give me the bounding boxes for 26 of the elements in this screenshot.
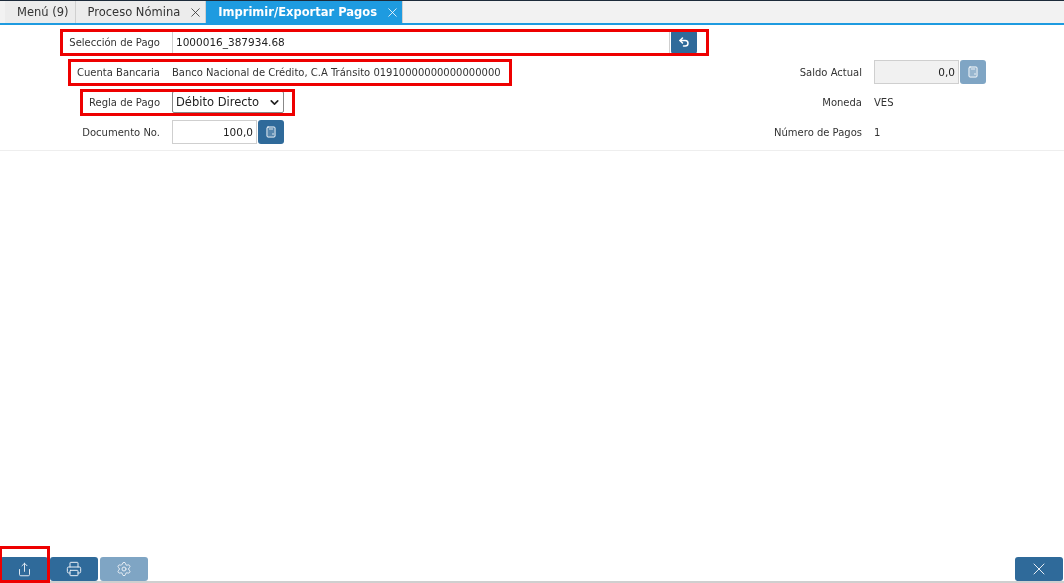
field-label: Cuenta Bancaria	[77, 66, 160, 78]
field-label: Regla de Pago	[89, 96, 160, 108]
payment-rule-select[interactable]: Débito Directo	[172, 91, 284, 113]
export-icon	[16, 561, 32, 577]
print-button[interactable]	[50, 557, 98, 581]
close-button[interactable]	[1015, 557, 1063, 581]
calculator-button[interactable]	[258, 120, 284, 144]
calculator-icon	[265, 126, 277, 138]
export-button[interactable]	[0, 557, 48, 581]
field-value: Banco Nacional de Crédito, C.A Tránsito 01910000000000000000	[172, 66, 502, 78]
lookup-button[interactable]	[671, 30, 697, 54]
field-value: 1	[874, 126, 882, 138]
field-label: Moneda	[822, 96, 862, 108]
arrow-icon	[678, 36, 690, 48]
payment-selection-field[interactable]: 1000016_387934.68	[172, 30, 670, 54]
field-label: Número de Pagos	[774, 126, 862, 138]
settings-icon	[116, 561, 132, 577]
tab[interactable]: Menú (9)	[5, 1, 76, 23]
calculator-icon	[967, 66, 979, 78]
print-icon	[66, 561, 82, 577]
tab[interactable]: Proceso Nómina	[75, 1, 207, 23]
number-field[interactable]: 100,0	[172, 120, 257, 144]
field-label: Documento No.	[82, 126, 160, 138]
field-value: VES	[874, 96, 895, 108]
field-label: Selección de Pago	[69, 36, 160, 48]
field-label: Saldo Actual	[799, 66, 862, 78]
